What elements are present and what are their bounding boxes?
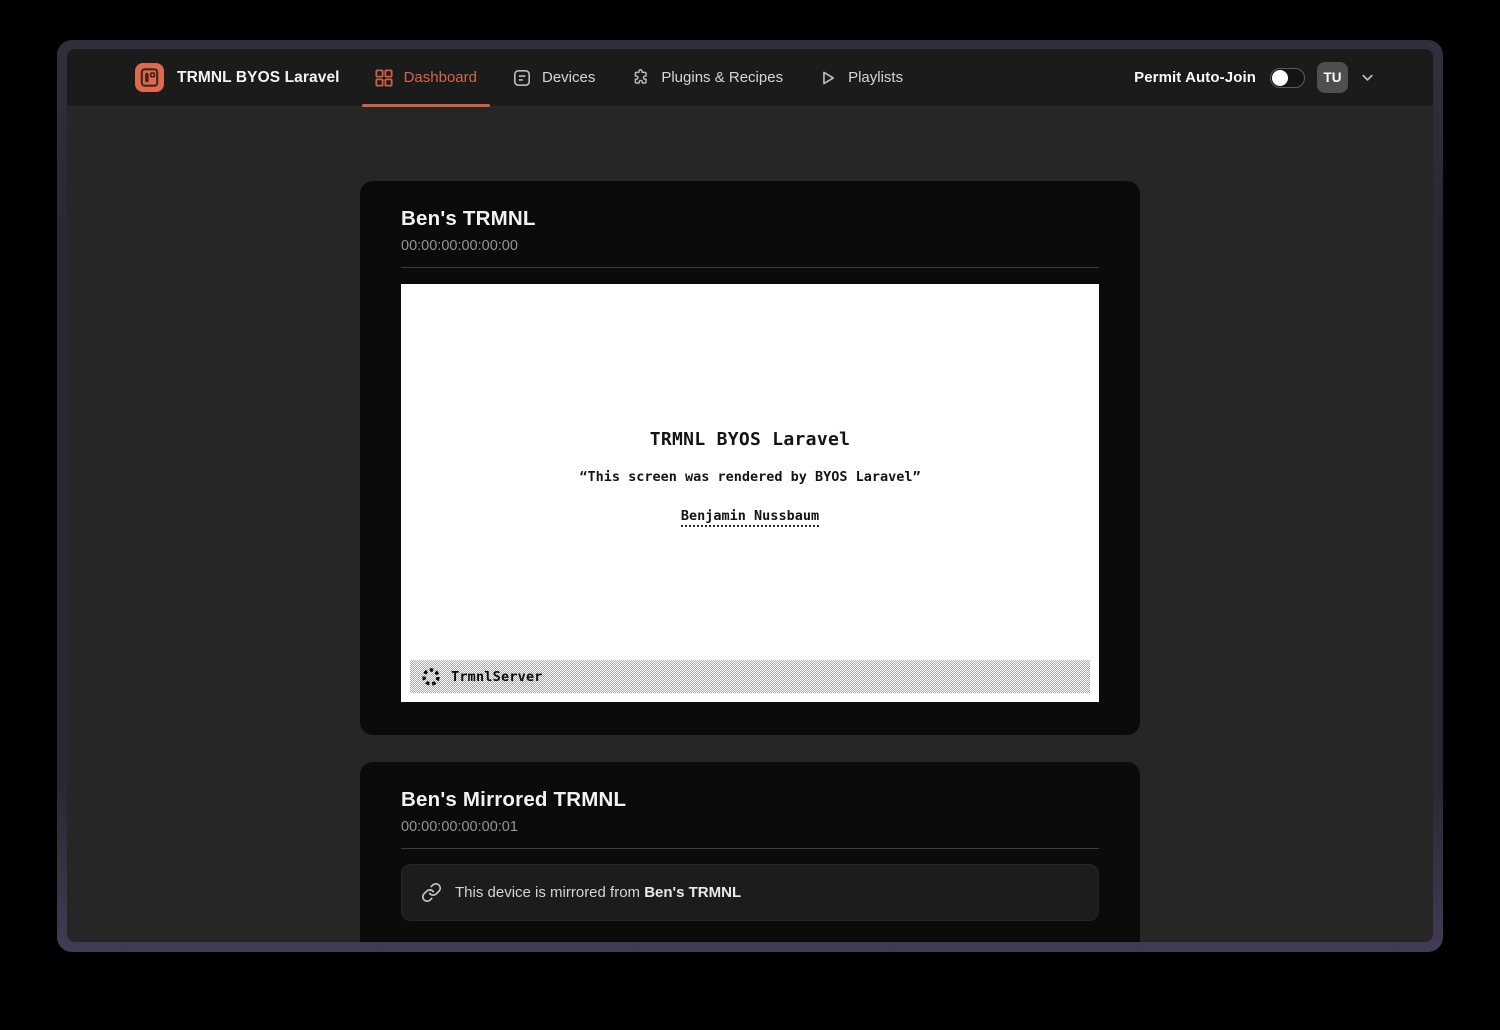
nav-item-label: Dashboard [404, 69, 477, 86]
mirrored-device-notice: This device is mirrored from Ben's TRMNL [401, 864, 1099, 921]
device-name: Ben's Mirrored TRMNL [401, 788, 1099, 812]
device-mac-address: 00:00:00:00:00:00 [401, 238, 1099, 254]
puzzle-icon [631, 68, 650, 87]
brand: TRMNL BYOS Laravel [135, 49, 340, 106]
device-name: Ben's TRMNL [401, 207, 1099, 231]
grid-icon [375, 69, 393, 87]
permit-auto-join-label: Permit Auto-Join [1134, 69, 1256, 86]
nav-item-playlists[interactable]: Playlists [806, 49, 916, 106]
nav-item-devices[interactable]: Devices [500, 49, 608, 106]
card-divider [401, 848, 1099, 849]
link-icon [421, 882, 442, 903]
spinner-icon [421, 667, 441, 687]
status-bar-label: TrmnlServer [451, 669, 543, 685]
toggle-knob [1272, 70, 1288, 86]
nav-items: Dashboard Devices [362, 49, 927, 106]
mirror-notice-text: This device is mirrored from Ben's TRMNL [455, 884, 741, 901]
device-screen-preview: TRMNL BYOS Laravel “This screen was rend… [401, 284, 1099, 702]
navbar: TRMNL BYOS Laravel Dashboard [67, 49, 1433, 107]
card-divider [401, 267, 1099, 268]
nav-item-label: Plugins & Recipes [661, 69, 783, 86]
nav-item-label: Playlists [848, 69, 903, 86]
nav-item-label: Devices [542, 69, 595, 86]
nav-spacer [926, 49, 1134, 106]
screen-author-row: Benjamin Nussbaum [401, 505, 1099, 527]
screen-status-bar: TrmnlServer [410, 660, 1090, 693]
nav-item-dashboard[interactable]: Dashboard [362, 49, 490, 106]
device-list-icon [513, 69, 531, 87]
device-mac-address: 00:00:00:00:00:01 [401, 819, 1099, 835]
permit-auto-join-toggle[interactable] [1270, 68, 1305, 88]
nav-item-plugins-recipes[interactable]: Plugins & Recipes [618, 49, 796, 106]
mirror-notice-prefix: This device is mirrored from [455, 884, 640, 901]
screen-author-link: Benjamin Nussbaum [681, 509, 819, 527]
mirror-source-device: Ben's TRMNL [644, 884, 741, 901]
device-card-bens-mirrored-trmnl: Ben's Mirrored TRMNL 00:00:00:00:00:01 T… [360, 762, 1140, 942]
dashboard-content: Ben's TRMNL 00:00:00:00:00:00 TRMNL BYOS… [67, 107, 1433, 942]
brand-title: TRMNL BYOS Laravel [177, 69, 340, 87]
chevron-down-icon[interactable] [1360, 70, 1375, 85]
nav-right: Permit Auto-Join TU [1134, 49, 1375, 106]
user-avatar[interactable]: TU [1317, 62, 1348, 93]
trmnl-logo-icon [135, 63, 164, 92]
app-window-inner: TRMNL BYOS Laravel Dashboard [67, 49, 1433, 942]
play-icon [819, 69, 837, 87]
device-card-bens-trmnl: Ben's TRMNL 00:00:00:00:00:00 TRMNL BYOS… [360, 181, 1140, 735]
screen-title: TRMNL BYOS Laravel [401, 284, 1099, 449]
app-window: TRMNL BYOS Laravel Dashboard [57, 40, 1443, 952]
screen-quote: “This screen was rendered by BYOS Larave… [401, 470, 1099, 484]
